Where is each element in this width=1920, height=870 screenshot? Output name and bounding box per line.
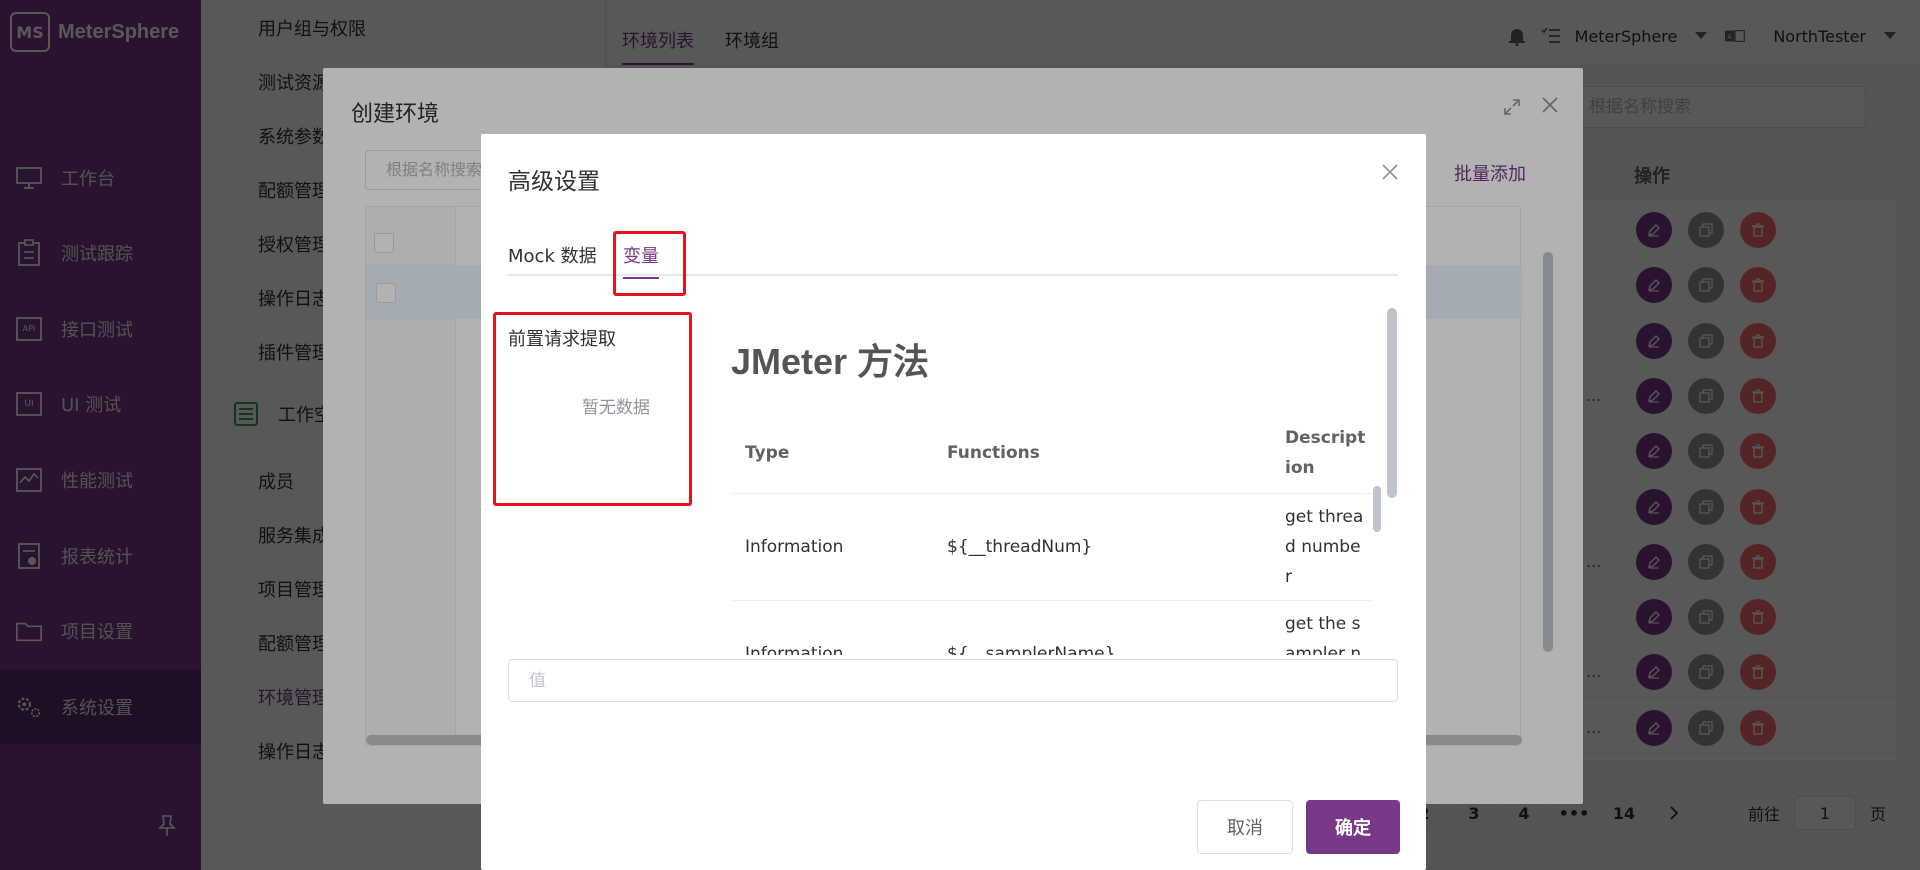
dialog-title: 高级设置 bbox=[508, 169, 600, 195]
header-type: Type bbox=[731, 413, 933, 494]
cell-type: Information bbox=[731, 493, 933, 601]
jmeter-functions-table: Type Functions Description Information $… bbox=[731, 413, 1373, 655]
table-vertical-scrollbar[interactable] bbox=[1373, 486, 1381, 532]
empty-state-text: 暂无数据 bbox=[582, 398, 650, 418]
table-row: Information ${__threadNum} get thread nu… bbox=[731, 493, 1373, 601]
confirm-button[interactable]: 确定 bbox=[1306, 800, 1400, 854]
close-icon[interactable] bbox=[1380, 162, 1400, 182]
header-description: Description bbox=[1271, 413, 1373, 494]
tab-mock-data[interactable]: Mock 数据 bbox=[508, 242, 597, 277]
table-header-row: Type Functions Description bbox=[731, 413, 1373, 494]
tab-variables[interactable]: 变量 bbox=[623, 242, 659, 279]
cancel-button[interactable]: 取消 bbox=[1197, 800, 1293, 854]
table-row: Information ${__samplerName} get the sam… bbox=[731, 600, 1373, 655]
doc-vertical-scrollbar[interactable] bbox=[1387, 308, 1397, 498]
advanced-tabs: Mock 数据 变量 bbox=[508, 230, 1398, 279]
cell-description: get thread number bbox=[1271, 493, 1373, 601]
cell-type: Information bbox=[731, 600, 933, 655]
cell-function: ${__samplerName} bbox=[933, 600, 1271, 655]
advanced-settings-dialog: 高级设置 Mock 数据 变量 前置请求提取 暂无数据 JMeter 方法 Ty… bbox=[481, 134, 1426, 870]
header-functions: Functions bbox=[933, 413, 1271, 494]
jmeter-title: JMeter 方法 bbox=[731, 341, 930, 382]
panel-title: 前置请求提取 bbox=[508, 329, 616, 350]
pre-request-extract-panel: 前置请求提取 暂无数据 bbox=[508, 325, 698, 515]
cell-description: get the sampler name (lab bbox=[1271, 600, 1373, 655]
variable-value-input[interactable] bbox=[508, 659, 1398, 702]
cell-function: ${__threadNum} bbox=[933, 493, 1271, 601]
jmeter-functions-doc: JMeter 方法 Type Functions Description Inf… bbox=[731, 307, 1391, 655]
